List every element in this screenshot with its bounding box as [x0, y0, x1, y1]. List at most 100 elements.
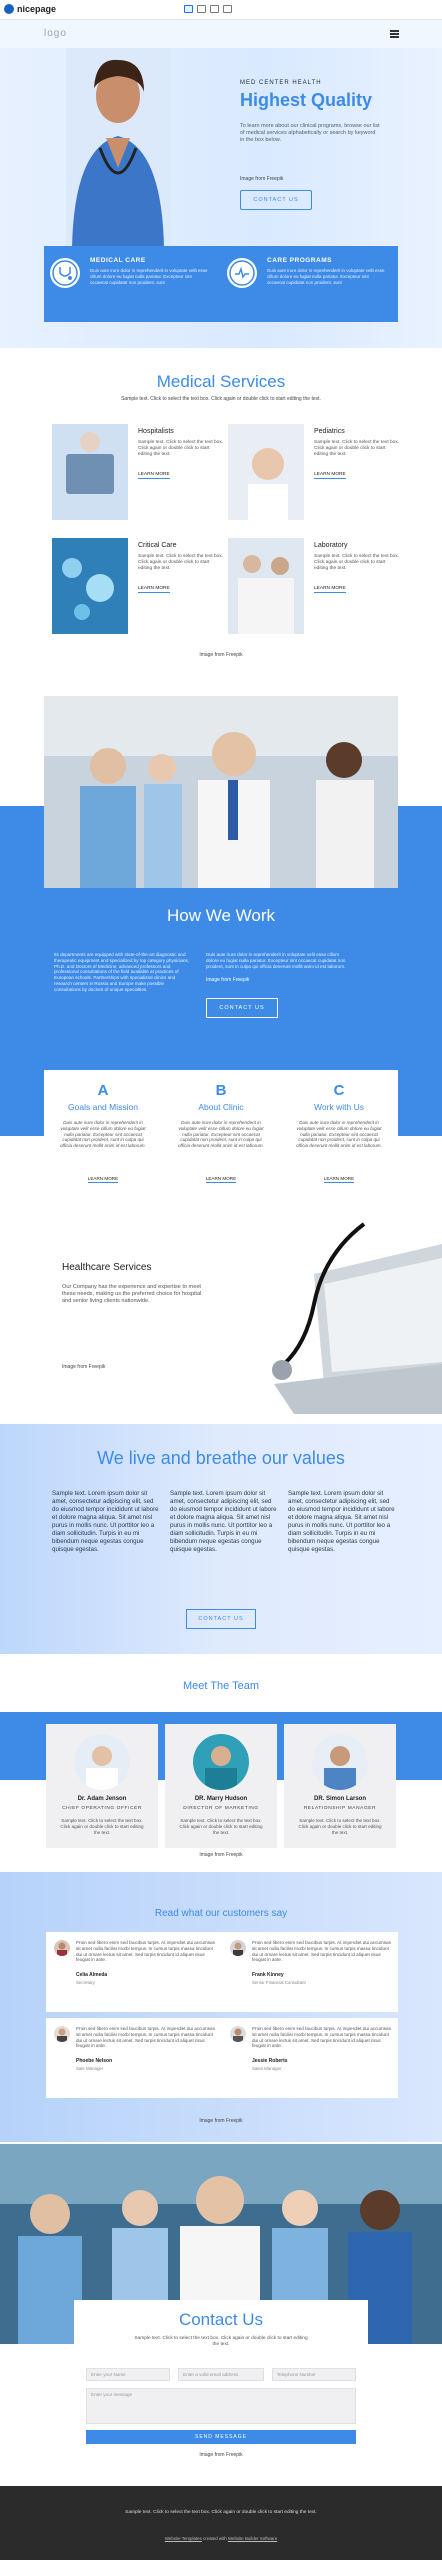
- learn-more-link[interactable]: LEARN MORE: [138, 586, 170, 593]
- hero-image-credit[interactable]: Image from Freepik: [240, 176, 283, 182]
- service-text: Sample text. Click to select the text bo…: [138, 440, 224, 457]
- healthcare-image-credit[interactable]: Image from Freepik: [62, 1364, 105, 1370]
- member-role: CHIEF OPERATING OFFICER: [62, 1806, 142, 1811]
- member-text: Sample text. Click to select the text bo…: [60, 1818, 144, 1835]
- step-text: Duis aute irure dolor in reprehenderit i…: [60, 1120, 146, 1149]
- contact-form-card: Contact Us Sample text. Click to select …: [74, 2300, 368, 2480]
- avatar: [312, 1734, 368, 1790]
- step-letter: A: [97, 1082, 109, 1099]
- name-field[interactable]: Enter your Name: [86, 2368, 170, 2381]
- hero-section: MED CENTER HEALTH Highest Quality To lea…: [0, 48, 442, 348]
- hero-title: Highest Quality: [240, 90, 373, 110]
- member-name: DR. Simon Larson: [313, 1796, 366, 1802]
- testimonial-text: Proin sed libero enim sed faucibus turpi…: [76, 2026, 216, 2049]
- feature-text: Duis aute irure dolor in reprehenderit i…: [90, 268, 208, 285]
- hero-text: To learn more about our clinical program…: [240, 123, 380, 143]
- heart-pulse-icon: [227, 258, 257, 288]
- step-name: Work with Us: [314, 1102, 364, 1112]
- learn-more-link[interactable]: LEARN MORE: [44, 1176, 162, 1183]
- member-name: Dr. Adam Jenson: [77, 1796, 127, 1802]
- medical-services-subtitle: Sample text. Click to select the text bo…: [121, 396, 321, 402]
- service-image: [52, 538, 128, 634]
- site-logo[interactable]: logo: [44, 28, 67, 39]
- testimonial-role: Sale Manager: [76, 2066, 104, 2071]
- testimonial-name: Celia Almeda: [76, 1972, 108, 1978]
- hero-contact-button[interactable]: CONTACT US: [240, 190, 312, 210]
- footer-middle-text: created with: [203, 2536, 227, 2541]
- website-templates-link[interactable]: Website Templates: [165, 2536, 202, 2541]
- learn-more-link[interactable]: LEARN MORE: [280, 1176, 398, 1183]
- team-title: Meet The Team: [182, 1680, 260, 1692]
- values-column: Sample text. Lorem ipsum dolor sit amet,…: [288, 1490, 395, 1553]
- avatar: [74, 1734, 130, 1790]
- testimonial-text: Proin sed libero enim sed faucibus turpi…: [252, 2026, 392, 2049]
- healthcare-text: Our Company has the experience and exper…: [62, 1284, 202, 1304]
- phone-field[interactable]: Telephone Number: [272, 2368, 356, 2381]
- hero-feature-band: MEDICAL CARE Duis aute irure dolor in re…: [44, 246, 398, 322]
- member-text: Sample text. Click to select the text bo…: [179, 1818, 263, 1835]
- learn-more-link[interactable]: LEARN MORE: [314, 586, 346, 593]
- editor-topbar: nicepage: [0, 0, 442, 20]
- service-name: Critical Care: [138, 542, 177, 549]
- feature-title: CARE PROGRAMS: [267, 257, 333, 264]
- avatar: [54, 2026, 70, 2042]
- testimonial-role: Sales Manager: [252, 2066, 282, 2071]
- steps-panel: A Goals and Mission Duis aute irure dolo…: [44, 1070, 398, 1200]
- testimonial-role: Secretary: [76, 1980, 95, 1985]
- desktop-view-icon[interactable]: [184, 5, 193, 13]
- how-we-work-title: How We Work: [166, 906, 275, 925]
- service-name: Laboratory: [314, 542, 348, 549]
- service-card-critical-care: Critical Care Sample text. Click to sele…: [52, 538, 228, 638]
- how-we-work-image-credit[interactable]: Image from Freepik: [206, 977, 249, 983]
- testimonial-card: Proin sed libero enim sed faucibus turpi…: [46, 1932, 222, 2012]
- member-role: RELATIONSHIP MANAGER: [303, 1806, 377, 1811]
- brand[interactable]: nicepage: [4, 4, 56, 14]
- feature-title: MEDICAL CARE: [90, 257, 146, 264]
- service-text: Sample text. Click to select the text bo…: [314, 554, 400, 571]
- learn-more-link[interactable]: LEARN MORE: [162, 1176, 280, 1183]
- stethoscope-icon: [50, 258, 80, 288]
- learn-more-link[interactable]: LEARN MORE: [314, 472, 346, 479]
- email-field[interactable]: Enter a valid email address: [178, 2368, 264, 2381]
- member-name: DR. Marry Hudson: [194, 1796, 248, 1802]
- site-header: logo: [0, 20, 442, 48]
- team-image-credit[interactable]: Image from Freepik: [0, 1852, 442, 1858]
- step-text: Duis aute irure dolor in reprehenderit i…: [178, 1120, 264, 1149]
- brand-logo-icon: [4, 4, 14, 14]
- mobile-view-icon[interactable]: [223, 5, 232, 13]
- send-message-button[interactable]: SEND MESSAGE: [86, 2430, 356, 2444]
- learn-more-link[interactable]: LEARN MORE: [138, 472, 170, 479]
- how-we-work-left-text: Its departments are equipped with state-…: [54, 952, 190, 992]
- step-work: C Work with Us Duis aute irure dolor in …: [280, 1070, 398, 1200]
- message-field[interactable]: Enter your message: [86, 2388, 356, 2424]
- medical-team-photo: [44, 696, 398, 888]
- service-image: [228, 424, 304, 520]
- services-image-credit[interactable]: Image from Freepik: [0, 652, 442, 658]
- laptop-view-icon[interactable]: [197, 5, 206, 13]
- how-we-work-contact-button[interactable]: CONTACT US: [206, 998, 278, 1018]
- laptop-stethoscope-image: [254, 1214, 442, 1414]
- testimonial-card: Proin sed libero enim sed faucibus turpi…: [222, 1932, 398, 2012]
- step-goals: A Goals and Mission Duis aute irure dolo…: [44, 1070, 162, 1200]
- step-about: B About Clinic Duis aute irure dolor in …: [162, 1070, 280, 1200]
- testimonials-title: Read what our customers say: [154, 1908, 288, 1919]
- contact-subtitle: Sample text. Click to select the text bo…: [134, 2336, 308, 2347]
- tablet-view-icon[interactable]: [210, 5, 219, 13]
- website-builder-link[interactable]: Website Builder Software: [228, 2536, 277, 2541]
- values-contact-button[interactable]: CONTACT US: [186, 1609, 256, 1629]
- team-card: DR. Marry Hudson DIRECTOR OF MARKETING S…: [165, 1724, 277, 1848]
- menu-hamburger-icon[interactable]: [390, 30, 399, 38]
- testimonial-name: Phoebe Nelson: [76, 2058, 113, 2064]
- service-card-pediatrics: Pediatrics Sample text. Click to select …: [228, 424, 404, 524]
- testimonials-image-credit[interactable]: Image from Freepik: [0, 2118, 442, 2124]
- contact-image-credit[interactable]: Image from Freepik: [74, 2452, 368, 2458]
- service-card-laboratory: Laboratory Sample text. Click to select …: [228, 538, 404, 638]
- testimonial-name: Jessie Roberts: [252, 2058, 288, 2064]
- service-card-hospitalists: Hospitalists Sample text. Click to selec…: [52, 424, 228, 524]
- device-switcher: [184, 5, 232, 13]
- footer-text: Sample text. Click to select the text bo…: [125, 2510, 317, 2515]
- hero-subtitle: MED CENTER HEALTH: [240, 80, 322, 86]
- testimonial-text: Proin sed libero enim sed faucibus turpi…: [76, 1940, 216, 1963]
- step-letter: B: [215, 1082, 227, 1099]
- team-card: Dr. Adam Jenson CHIEF OPERATING OFFICER …: [46, 1724, 158, 1848]
